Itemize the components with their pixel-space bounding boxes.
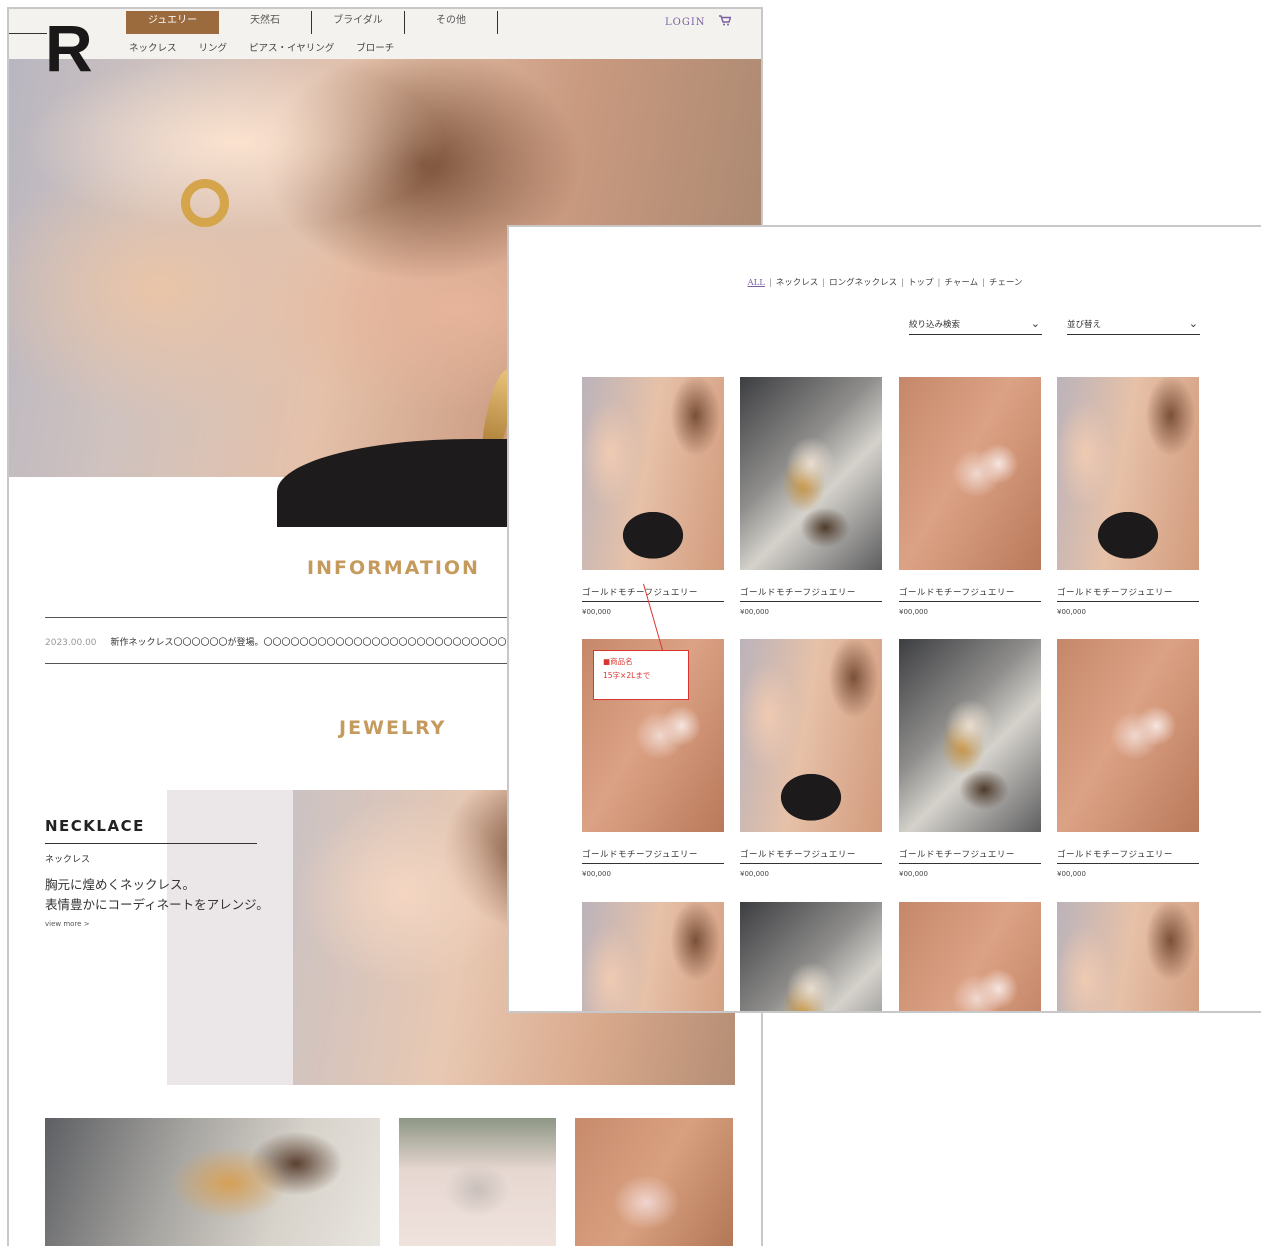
product-card[interactable] [740, 902, 882, 1011]
product-image[interactable] [740, 639, 882, 832]
product-image[interactable] [1057, 639, 1199, 832]
subnav-brooch[interactable]: ブローチ [356, 40, 394, 54]
earring-thumbnail[interactable] [45, 1118, 380, 1246]
necklace-description: 胸元に煌めくネックレス。 表情豊かにコーディネートをアレンジ。 [45, 877, 269, 912]
product-card[interactable]: ゴールドモチーフジュエリー ¥00,000 [1057, 639, 1199, 878]
product-list-page: ALL | ネックレス | ロングネックレス | トップ | チャーム | チェーン 絞り込み検索 … [507, 225, 1261, 1013]
product-image[interactable] [582, 902, 724, 1011]
product-price: ¥00,000 [899, 608, 928, 616]
tab-bridal[interactable]: ブライダル [312, 11, 405, 34]
info-date: 2023.00.00 [45, 638, 97, 648]
product-card[interactable]: ゴールドモチーフジュエリー ¥00,000 [740, 377, 882, 616]
header: ジュエリー 天然石 ブライダル その他 ネックレス リング ピアス・イヤリング … [9, 9, 761, 59]
product-name[interactable]: ゴールドモチーフジュエリー [899, 586, 1041, 602]
product-image[interactable] [582, 377, 724, 570]
product-image[interactable] [899, 902, 1041, 1011]
product-image[interactable] [740, 377, 882, 570]
product-price: ¥00,000 [740, 608, 769, 616]
product-card[interactable]: ゴールドモチーフジュエリー ¥00,000 [899, 377, 1041, 616]
product-card[interactable]: ゴールドモチーフジュエリー ¥00,000 [740, 639, 882, 878]
product-image[interactable] [1057, 377, 1199, 570]
filter-select[interactable]: 絞り込み検索 ⌄ [909, 317, 1042, 335]
sort-select[interactable]: 並び替え ⌄ [1067, 317, 1200, 335]
subnav-necklace[interactable]: ネックレス [129, 40, 177, 54]
product-card[interactable]: ゴールドモチーフジュエリー ¥00,000 [582, 377, 724, 616]
category-all[interactable]: ALL [747, 278, 764, 288]
category-long-necklace[interactable]: ロングネックレス [829, 278, 897, 288]
product-price: ¥00,000 [740, 870, 769, 878]
sub-navigation: ネックレス リング ピアス・イヤリング ブローチ [129, 40, 394, 54]
tab-other[interactable]: その他 [405, 11, 498, 34]
hero-ring [181, 179, 229, 227]
product-card[interactable]: ゴールドモチーフジュエリー ¥00,000 [1057, 377, 1199, 616]
sort-label: 並び替え [1067, 320, 1102, 330]
subnav-earrings[interactable]: ピアス・イヤリング [249, 40, 334, 54]
subnav-ring[interactable]: リング [199, 40, 228, 54]
pendant-thumbnail[interactable] [575, 1118, 733, 1246]
product-card[interactable] [582, 902, 724, 1011]
product-name[interactable]: ゴールドモチーフジュエリー [582, 586, 724, 602]
category-necklace[interactable]: ネックレス [776, 278, 819, 288]
product-name[interactable]: ゴールドモチーフジュエリー [582, 848, 724, 864]
brand-logo[interactable]: R [45, 15, 93, 81]
necklace-panel-bg [167, 790, 293, 1085]
category-filter: ALL | ネックレス | ロングネックレス | トップ | チャーム | チェーン [747, 278, 1023, 288]
product-card[interactable] [899, 902, 1041, 1011]
product-name[interactable]: ゴールドモチーフジュエリー [899, 848, 1041, 864]
ring-thumbnail[interactable] [399, 1118, 556, 1246]
product-name[interactable]: ゴールドモチーフジュエリー [740, 848, 882, 864]
tab-natural-stone[interactable]: 天然石 [219, 11, 312, 34]
product-name[interactable]: ゴールドモチーフジュエリー [1057, 586, 1199, 602]
product-image[interactable] [740, 902, 882, 1011]
product-image[interactable] [899, 377, 1041, 570]
cart-icon[interactable] [719, 15, 732, 29]
product-price: ¥00,000 [582, 870, 611, 878]
annotation-note: ■商品名 15字×2Lまで [593, 650, 689, 700]
chevron-down-icon: ⌄ [1030, 317, 1040, 330]
product-price: ¥00,000 [899, 870, 928, 878]
tab-jewelry[interactable]: ジュエリー [126, 11, 219, 34]
login-link[interactable]: LOGIN [665, 17, 706, 28]
product-name[interactable]: ゴールドモチーフジュエリー [740, 586, 882, 602]
necklace-divider [45, 843, 257, 844]
product-price: ¥00,000 [1057, 608, 1086, 616]
necklace-title: NECKLACE [45, 817, 145, 835]
category-charm[interactable]: チャーム [944, 278, 978, 288]
info-item[interactable]: 2023.00.00 新作ネックレス〇〇〇〇〇〇が登場。〇〇〇〇〇〇〇〇〇〇〇〇〇… [45, 635, 570, 648]
logo-line [9, 33, 47, 34]
chevron-down-icon: ⌄ [1188, 317, 1198, 330]
category-chain[interactable]: チェーン [989, 278, 1023, 288]
information-title: INFORMATION [307, 557, 480, 579]
product-name[interactable]: ゴールドモチーフジュエリー [1057, 848, 1199, 864]
category-top[interactable]: トップ [908, 278, 934, 288]
product-image[interactable] [1057, 902, 1199, 1011]
product-price: ¥00,000 [1057, 870, 1086, 878]
main-tabs: ジュエリー 天然石 ブライダル その他 [126, 11, 498, 34]
jewelry-title: JEWELRY [339, 717, 447, 739]
product-card[interactable]: ゴールドモチーフジュエリー ¥00,000 [899, 639, 1041, 878]
product-image[interactable] [899, 639, 1041, 832]
info-text: 新作ネックレス〇〇〇〇〇〇が登場。〇〇〇〇〇〇〇〇〇〇〇〇〇〇〇〇〇〇〇〇〇〇〇… [110, 638, 570, 648]
necklace-subtitle: ネックレス [45, 855, 91, 865]
product-card[interactable] [1057, 902, 1199, 1011]
filter-label: 絞り込み検索 [909, 320, 961, 330]
view-more-link[interactable]: view more > [45, 920, 90, 928]
